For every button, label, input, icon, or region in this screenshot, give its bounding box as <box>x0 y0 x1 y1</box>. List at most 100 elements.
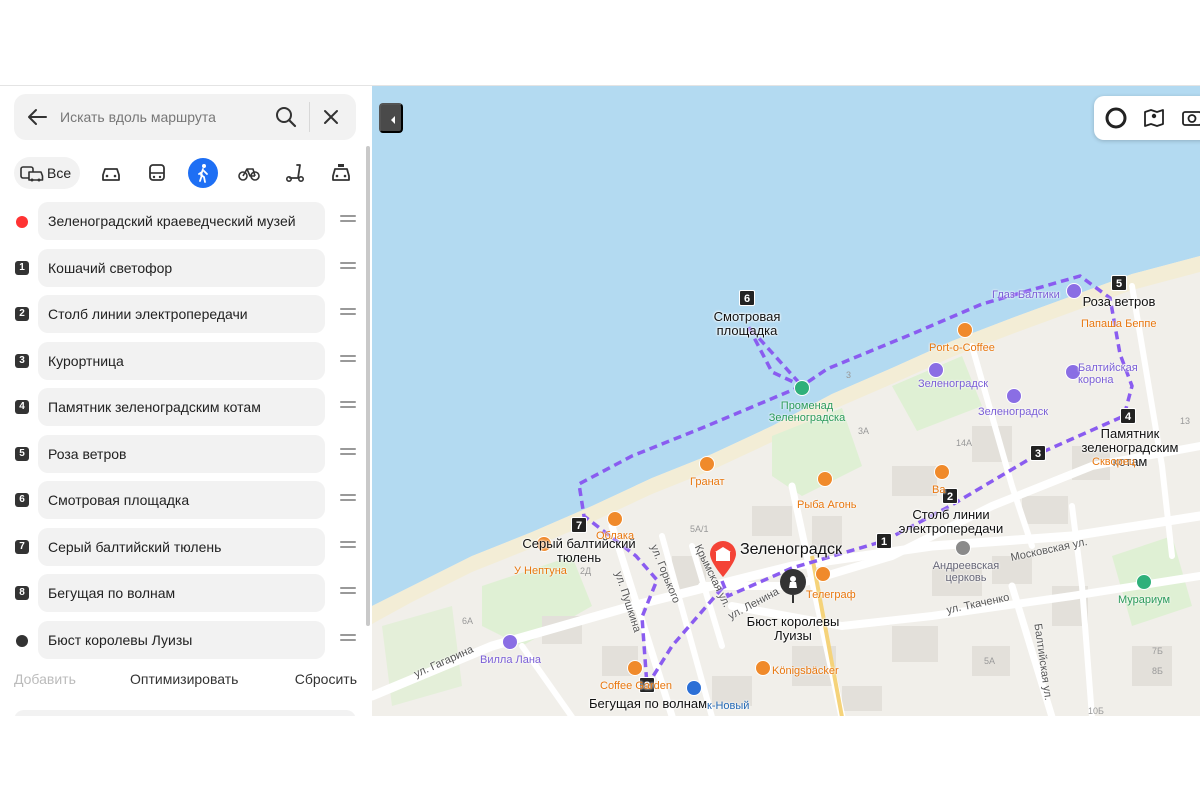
end-monument-marker[interactable] <box>778 568 808 604</box>
drag-handle-icon[interactable] <box>340 540 356 553</box>
route-search-bar <box>14 94 356 140</box>
mode-taxi-button[interactable] <box>326 158 356 188</box>
drag-handle-icon[interactable] <box>340 494 356 506</box>
mode-bicycle-button[interactable] <box>234 158 264 188</box>
poi-u-neptuna[interactable]: У Нептуна <box>514 565 567 577</box>
promenade-pin[interactable] <box>794 380 810 396</box>
poi-ba[interactable]: Ba <box>932 484 945 496</box>
poi-papasha-beppe[interactable]: Папаша Беппе <box>1081 318 1156 330</box>
cafe-pin[interactable] <box>957 322 973 338</box>
poi-oblaka[interactable]: Облака <box>596 530 634 542</box>
route-stop-row[interactable]: 4 Памятник зеленоградским котам <box>0 388 372 428</box>
murarium-pin[interactable] <box>1136 574 1152 590</box>
chevron-left-icon <box>391 116 395 124</box>
car-icon <box>102 168 120 181</box>
airport-pin-2[interactable] <box>1006 388 1022 404</box>
reset-button[interactable]: Сбросить <box>295 671 357 687</box>
route-stop-row[interactable]: 6 Смотровая площадка <box>0 481 372 521</box>
route-summary-card[interactable] <box>14 710 356 716</box>
panorama-icon[interactable] <box>1142 106 1166 130</box>
route-stop-row[interactable]: 8 Бегущая по волнам <box>0 574 372 614</box>
search-icon[interactable] <box>275 106 297 128</box>
poi-coffee-garden[interactable]: Coffee Garden <box>600 680 672 692</box>
route-stop-field[interactable]: Смотровая площадка <box>38 481 325 519</box>
route-stop-7-badge[interactable]: 7 <box>571 517 587 533</box>
route-stop-row[interactable]: 1 Кошачий светофор <box>0 248 372 289</box>
poi-ryba-agon[interactable]: Рыба Агонь <box>797 499 857 511</box>
route-search-input[interactable] <box>60 102 260 132</box>
route-stop-2-label: Столб линии электропередачи <box>898 507 1004 536</box>
route-stop-marker: 6 <box>15 493 29 507</box>
sidebar-scrollbar[interactable] <box>366 146 370 626</box>
route-stop-label: Бюст королевы Луизы <box>48 631 193 648</box>
church-pin[interactable] <box>955 540 971 556</box>
drag-handle-icon[interactable] <box>340 633 356 646</box>
poi-zelenogradsk-2[interactable]: Зеленоградск <box>978 406 1048 418</box>
ryba-pin[interactable] <box>817 471 833 487</box>
mode-pedestrian-button[interactable] <box>188 158 218 188</box>
mode-bus-button[interactable] <box>142 158 172 188</box>
drag-handle-icon[interactable] <box>340 354 356 367</box>
granat-pin[interactable] <box>699 456 715 472</box>
add-stop-button[interactable]: Добавить <box>14 671 76 687</box>
poi-granat[interactable]: Гранат <box>690 476 725 488</box>
alice-assistant-icon[interactable] <box>1104 106 1128 130</box>
poi-station-novy[interactable]: к-Новый <box>707 700 749 712</box>
route-stop-5-badge[interactable]: 5 <box>1111 275 1127 291</box>
poi-andreevskaya-church[interactable]: Андреевская церковь <box>928 560 1004 584</box>
poi-port-o-coffee[interactable]: Port-o-Coffee <box>929 342 995 354</box>
airport-pin[interactable] <box>928 362 944 378</box>
drag-handle-icon[interactable] <box>340 587 356 599</box>
villa-pin[interactable] <box>502 634 518 650</box>
route-stop-field[interactable]: Бегущая по волнам <box>38 574 325 612</box>
drag-handle-icon[interactable] <box>340 215 356 227</box>
mode-all-button[interactable]: Все <box>14 157 80 189</box>
poi-skvorets[interactable]: Скворец <box>1092 456 1135 468</box>
route-stop-3-badge[interactable]: 3 <box>1030 445 1046 461</box>
poi-koenigsbaecker[interactable]: Königsbäcker <box>772 665 839 677</box>
oblaka-pin[interactable] <box>607 511 623 527</box>
route-stop-field[interactable]: Столб линии электропередачи <box>38 295 325 333</box>
poi-baltic-crown[interactable]: Балтийская корона <box>1078 362 1148 386</box>
close-icon[interactable] <box>322 108 340 126</box>
mode-car-button[interactable] <box>96 158 126 188</box>
back-arrow-icon[interactable] <box>26 107 48 127</box>
route-stop-field[interactable]: Бюст королевы Луизы <box>38 620 325 659</box>
poi-telegraf[interactable]: Телеграф <box>806 589 856 601</box>
mode-scooter-button[interactable] <box>280 158 310 188</box>
telegraf-pin[interactable] <box>815 566 831 582</box>
drag-handle-icon[interactable] <box>340 308 356 320</box>
station-pin[interactable] <box>686 680 702 696</box>
drag-handle-icon[interactable] <box>340 447 356 460</box>
route-stop-row[interactable]: 3 Курортница <box>0 341 372 382</box>
route-stop-field[interactable]: Серый балтийский тюлень <box>38 527 325 566</box>
route-stop-field[interactable]: Кошачий светофор <box>38 248 325 287</box>
poi-murarium[interactable]: Мурариум <box>1118 594 1170 606</box>
koenigs-pin[interactable] <box>755 660 771 676</box>
poi-villa-lana[interactable]: Вилла Лана <box>480 654 541 666</box>
route-stop-4-badge[interactable]: 4 <box>1120 408 1136 424</box>
route-stop-field[interactable]: Памятник зеленоградским котам <box>38 388 325 426</box>
route-stop-row[interactable]: 2 Столб линии электропередачи <box>0 295 372 335</box>
drag-handle-icon[interactable] <box>340 401 356 413</box>
route-stop-row[interactable]: Бюст королевы Луизы <box>0 620 372 661</box>
route-stop-field[interactable]: Курортница <box>38 341 325 380</box>
poi-promenade[interactable]: Променад Зеленоградска <box>767 400 847 424</box>
route-stop-row[interactable]: Зеленоградский краеведческий музей <box>0 202 372 242</box>
house-number: 7Б <box>1152 646 1163 656</box>
collapse-sidebar-button[interactable] <box>379 103 403 133</box>
route-stop-row[interactable]: 5 Роза ветров <box>0 434 372 475</box>
camera-icon[interactable] <box>1180 106 1200 130</box>
route-stop-field[interactable]: Роза ветров <box>38 434 325 473</box>
coffee-garden-pin[interactable] <box>627 660 643 676</box>
ba-cafe-pin[interactable] <box>934 464 950 480</box>
poi-zelenogradsk-1[interactable]: Зеленоградск <box>918 378 988 390</box>
route-stop-label: Зеленоградский краеведческий музей <box>48 213 296 229</box>
optimize-button[interactable]: Оптимизировать <box>130 671 238 687</box>
map-view[interactable]: 1 2 3 4 5 6 7 8 Столб линии электроперед… <box>372 86 1200 716</box>
drag-handle-icon[interactable] <box>340 261 356 274</box>
route-stop-6-badge[interactable]: 6 <box>739 290 755 306</box>
route-stop-field[interactable]: Зеленоградский краеведческий музей <box>38 202 325 240</box>
poi-glaz-baltiki[interactable]: Глаз Балтики <box>992 289 1060 301</box>
route-stop-row[interactable]: 7 Серый балтийский тюлень <box>0 527 372 568</box>
